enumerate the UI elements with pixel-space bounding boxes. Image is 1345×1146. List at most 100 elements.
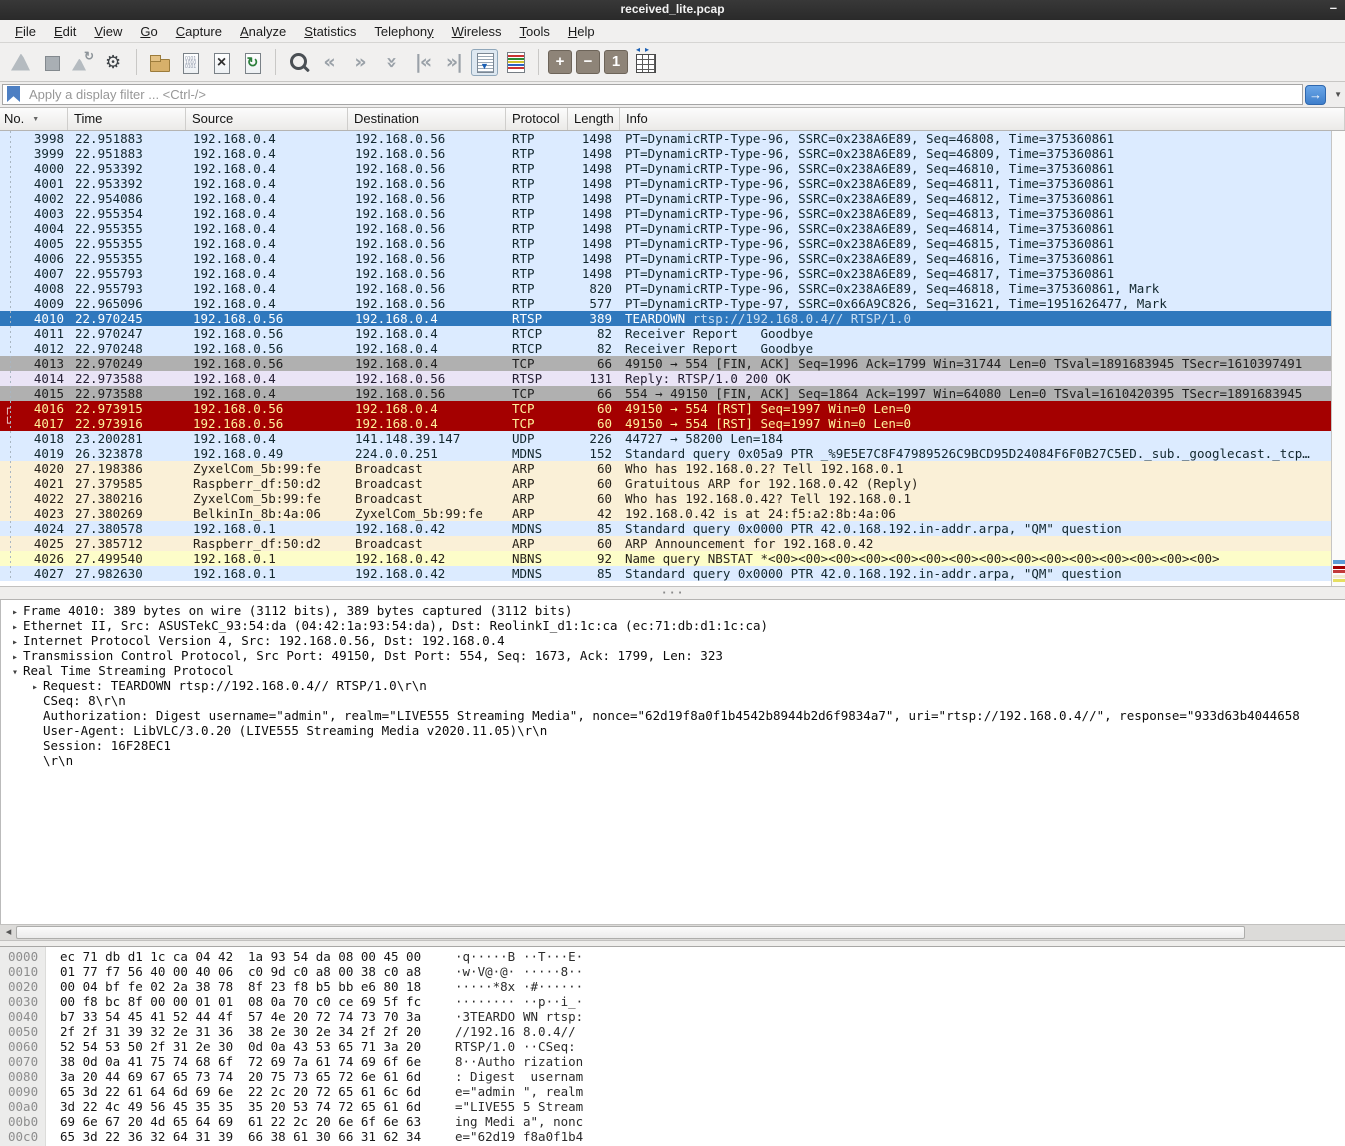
zoom-out-icon[interactable] — [576, 50, 600, 74]
hex-row[interactable]: 003000 f8 bc 8f 00 00 01 0108 0a 70 c0 c… — [0, 994, 1345, 1009]
menu-wireless[interactable]: Wireless — [443, 22, 511, 41]
hex-bytes-right[interactable]: 8f 23 f8 b5 bb e6 80 18 — [248, 979, 455, 994]
scroll-left-arrow-icon[interactable] — [2, 926, 15, 939]
hex-bytes-left[interactable]: 52 54 53 50 2f 31 2e 30 — [60, 1039, 248, 1054]
detail-line[interactable]: CSeq: 8\r\n — [1, 693, 1345, 708]
packet-row[interactable]: 401022.970245192.168.0.56192.168.0.4RTSP… — [0, 311, 1331, 326]
hex-ascii-right[interactable]: usernam — [523, 1069, 583, 1084]
packet-row[interactable]: 402727.982630192.168.0.1192.168.0.42MDNS… — [0, 566, 1331, 581]
hex-row[interactable]: 00c065 3d 22 36 32 64 31 3966 38 61 30 6… — [0, 1129, 1345, 1144]
packet-row[interactable]: 399922.951883192.168.0.4192.168.0.56RTP1… — [0, 146, 1331, 161]
go-back-icon[interactable] — [316, 49, 343, 76]
reload-file-icon[interactable] — [239, 49, 266, 76]
hex-bytes-left[interactable]: 69 6e 67 20 4d 65 64 69 — [60, 1114, 248, 1129]
hex-bytes-left[interactable]: b7 33 54 45 41 52 44 4f — [60, 1009, 248, 1024]
hex-bytes-right[interactable]: 61 22 2c 20 6e 6f 6e 63 — [248, 1114, 455, 1129]
hex-row[interactable]: 001001 77 f7 56 40 00 40 06c0 9d c0 a8 0… — [0, 964, 1345, 979]
hex-ascii-left[interactable]: RTSP/1.0 — [455, 1039, 523, 1054]
packet-row[interactable]: 400922.965096192.168.0.4192.168.0.56RTP5… — [0, 296, 1331, 311]
menu-capture[interactable]: Capture — [167, 22, 231, 41]
detail-line[interactable]: ▸Transmission Control Protocol, Src Port… — [1, 648, 1345, 663]
detail-line[interactable]: Authorization: Digest username="admin", … — [1, 708, 1345, 723]
hex-ascii-left[interactable]: e="admin — [455, 1084, 523, 1099]
detail-line[interactable]: ▸Frame 4010: 389 bytes on wire (3112 bit… — [1, 603, 1345, 618]
packet-row[interactable]: 401522.973588192.168.0.4192.168.0.56TCP6… — [0, 386, 1331, 401]
go-first-icon[interactable] — [409, 49, 436, 76]
packet-row[interactable]: 401823.200281192.168.0.4141.148.39.147UD… — [0, 431, 1331, 446]
minimize-button[interactable]: – — [1330, 0, 1337, 15]
packet-row[interactable]: 402127.379585Raspberr_df:50:d2BroadcastA… — [0, 476, 1331, 491]
menu-statistics[interactable]: Statistics — [295, 22, 365, 41]
packet-row[interactable]: 400722.955793192.168.0.4192.168.0.56RTP1… — [0, 266, 1331, 281]
menu-file[interactable]: File — [6, 22, 45, 41]
pane-splitter-top[interactable] — [0, 586, 1345, 600]
collapsed-caret-icon[interactable]: ▸ — [7, 605, 23, 618]
detail-line[interactable]: ▾Real Time Streaming Protocol — [1, 663, 1345, 678]
hex-ascii-left[interactable]: ·w·V@·@· — [455, 964, 523, 979]
zoom-in-icon[interactable] — [548, 50, 572, 74]
close-file-icon[interactable] — [208, 49, 235, 76]
menu-telephony[interactable]: Telephony — [365, 22, 442, 41]
packet-row[interactable]: 400322.955354192.168.0.4192.168.0.56RTP1… — [0, 206, 1331, 221]
collapsed-caret-icon[interactable]: ▸ — [7, 635, 23, 648]
capture-options-icon[interactable] — [100, 49, 127, 76]
detail-line[interactable]: Session: 16F28EC1 — [1, 738, 1345, 753]
packet-row[interactable]: 400422.955355192.168.0.4192.168.0.56RTP1… — [0, 221, 1331, 236]
hex-bytes-right[interactable]: 72 69 7a 61 74 69 6f 6e — [248, 1054, 455, 1069]
hex-ascii-right[interactable]: WN rtsp: — [523, 1009, 583, 1024]
hex-ascii-left[interactable]: e="62d19 — [455, 1129, 523, 1144]
packet-row[interactable]: 402427.380578192.168.0.1192.168.0.42MDNS… — [0, 521, 1331, 536]
hex-ascii-left[interactable]: 8··Autho — [455, 1054, 523, 1069]
resize-columns-icon[interactable] — [632, 49, 659, 76]
hex-bytes-right[interactable]: 57 4e 20 72 74 73 70 3a — [248, 1009, 455, 1024]
menu-analyze[interactable]: Analyze — [231, 22, 295, 41]
packet-list-scrollbar[interactable] — [1331, 131, 1345, 586]
hex-row[interactable]: 007038 0d 0a 41 75 74 68 6f72 69 7a 61 7… — [0, 1054, 1345, 1069]
hex-ascii-right[interactable]: rization — [523, 1054, 583, 1069]
hex-bytes-right[interactable]: 20 75 73 65 72 6e 61 6d — [248, 1069, 455, 1084]
column-header-time[interactable]: Time — [68, 108, 186, 130]
collapsed-caret-icon[interactable]: ▸ — [7, 650, 23, 663]
start-capture-icon[interactable] — [7, 49, 34, 76]
menu-tools[interactable]: Tools — [511, 22, 559, 41]
hex-bytes-left[interactable]: 2f 2f 31 39 32 2e 31 36 — [60, 1024, 248, 1039]
packet-row[interactable]: 402227.380216ZyxelCom_5b:99:feBroadcastA… — [0, 491, 1331, 506]
column-header-dst[interactable]: Destination — [348, 108, 506, 130]
packet-row[interactable]: 402627.499540192.168.0.1192.168.0.42NBNS… — [0, 551, 1331, 566]
hex-bytes-right[interactable]: c0 9d c0 a8 00 38 c0 a8 — [248, 964, 455, 979]
hex-bytes-right[interactable]: 35 20 53 74 72 65 61 6d — [248, 1099, 455, 1114]
menu-go[interactable]: Go — [131, 22, 166, 41]
find-packet-icon[interactable] — [285, 49, 312, 76]
scrollbar-thumb[interactable] — [16, 926, 1245, 939]
packet-row[interactable]: 401122.970247192.168.0.56192.168.0.4RTCP… — [0, 326, 1331, 341]
hex-bytes-right[interactable]: 1a 93 54 da 08 00 45 00 — [248, 949, 455, 964]
collapsed-caret-icon[interactable]: ▸ — [7, 620, 23, 633]
open-file-icon[interactable] — [146, 49, 173, 76]
menu-view[interactable]: View — [85, 22, 131, 41]
go-to-packet-icon[interactable] — [378, 49, 405, 76]
hex-row[interactable]: 006052 54 53 50 2f 31 2e 300d 0a 43 53 6… — [0, 1039, 1345, 1054]
packet-row[interactable]: 402027.198386ZyxelCom_5b:99:feBroadcastA… — [0, 461, 1331, 476]
hex-row[interactable]: 00803a 20 44 69 67 65 73 7420 75 73 65 7… — [0, 1069, 1345, 1084]
hex-bytes-left[interactable]: 00 f8 bc 8f 00 00 01 01 — [60, 994, 248, 1009]
hex-ascii-right[interactable]: ··T···E· — [523, 949, 583, 964]
filter-dropdown-caret-icon[interactable] — [1334, 90, 1342, 99]
column-header-src[interactable]: Source — [186, 108, 348, 130]
detail-line[interactable]: ▸Internet Protocol Version 4, Src: 192.1… — [1, 633, 1345, 648]
hex-ascii-right[interactable]: 8.0.4// — [523, 1024, 583, 1039]
hex-row[interactable]: 009065 3d 22 61 64 6d 69 6e22 2c 20 72 6… — [0, 1084, 1345, 1099]
hex-ascii-right[interactable]: ··p··i_· — [523, 994, 583, 1009]
packet-row[interactable]: 401422.973588192.168.0.4192.168.0.56RTSP… — [0, 371, 1331, 386]
detail-line[interactable]: ▸Request: TEARDOWN rtsp://192.168.0.4// … — [1, 678, 1345, 693]
hex-bytes-right[interactable]: 08 0a 70 c0 ce 69 5f fc — [248, 994, 455, 1009]
packet-row[interactable]: 400522.955355192.168.0.4192.168.0.56RTP1… — [0, 236, 1331, 251]
hex-ascii-left[interactable]: ·q·····B — [455, 949, 523, 964]
hex-ascii-left[interactable]: ·3TEARDO — [455, 1009, 523, 1024]
packet-row[interactable]: 400222.954086192.168.0.4192.168.0.56RTP1… — [0, 191, 1331, 206]
packet-row[interactable]: └401722.973916192.168.0.56192.168.0.4TCP… — [0, 416, 1331, 431]
hex-ascii-left[interactable]: : Digest — [455, 1069, 523, 1084]
hex-row[interactable]: 00502f 2f 31 39 32 2e 31 3638 2e 30 2e 3… — [0, 1024, 1345, 1039]
hex-bytes-left[interactable]: 38 0d 0a 41 75 74 68 6f — [60, 1054, 248, 1069]
hex-bytes-right[interactable]: 38 2e 30 2e 34 2f 2f 20 — [248, 1024, 455, 1039]
restart-capture-icon[interactable] — [69, 49, 96, 76]
